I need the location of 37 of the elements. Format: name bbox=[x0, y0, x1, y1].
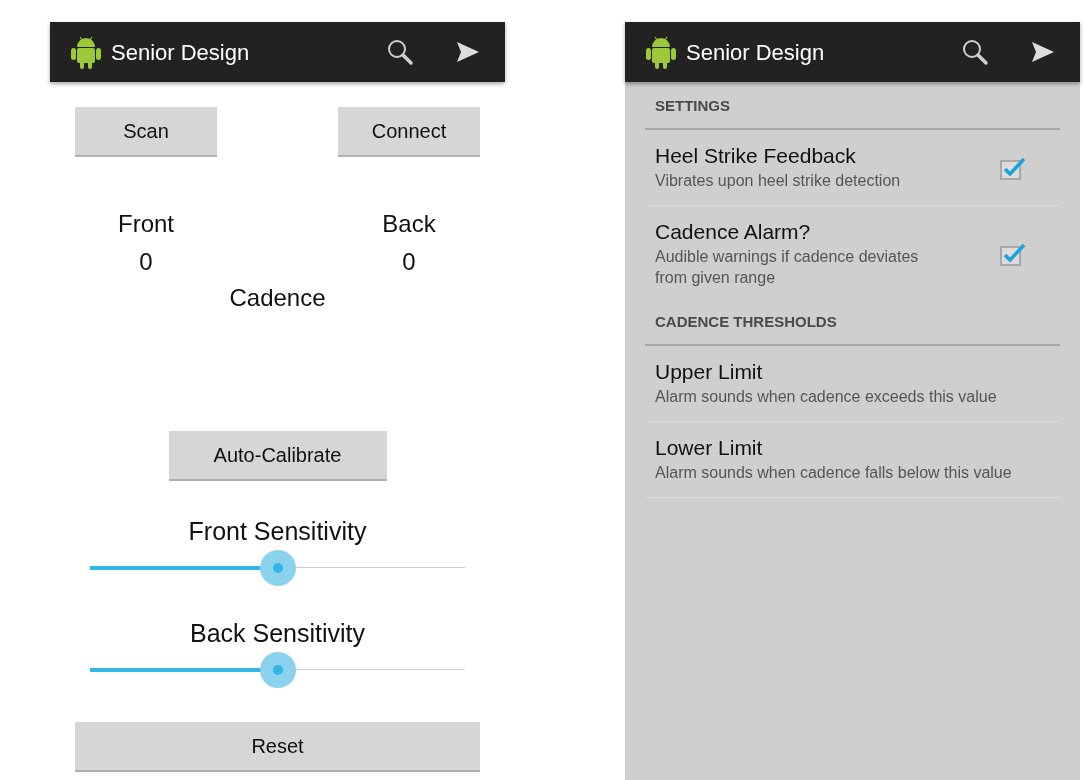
slider[interactable] bbox=[90, 550, 465, 586]
checkbox[interactable] bbox=[1000, 242, 1026, 266]
reset-button[interactable]: Reset bbox=[75, 722, 480, 772]
settings-item[interactable]: Heel Strike Feedback Vibrates upon heel strike detection bbox=[645, 130, 1060, 206]
item-title: Upper Limit bbox=[655, 360, 764, 384]
item-title: Heel Strike Feedback bbox=[655, 144, 857, 168]
counter-value: 0 bbox=[402, 248, 416, 276]
search-icon[interactable] bbox=[960, 37, 990, 67]
send-icon[interactable] bbox=[1030, 39, 1056, 65]
search-icon[interactable] bbox=[385, 37, 415, 67]
scan-button[interactable]: Scan bbox=[75, 107, 217, 157]
send-icon[interactable] bbox=[455, 39, 481, 65]
app-title: Senior Design bbox=[111, 38, 250, 67]
auto-calibrate-button[interactable]: Auto-Calibrate bbox=[168, 431, 387, 481]
settings-item[interactable]: Lower Limit Alarm sounds when cadence falls below this value bbox=[645, 422, 1060, 498]
counter-label: Back bbox=[382, 210, 436, 238]
counter-value: 0 bbox=[139, 248, 153, 276]
counter-label: Front bbox=[118, 210, 174, 238]
checkbox[interactable] bbox=[1000, 155, 1026, 180]
app-title: Senior Design bbox=[686, 38, 825, 67]
slider-label: Back Sensitivity bbox=[189, 619, 366, 647]
section-header: SETTINGS bbox=[655, 97, 730, 114]
slider[interactable] bbox=[90, 652, 465, 688]
settings-item[interactable]: Upper Limit Alarm sounds when cadence exceeds this value bbox=[645, 346, 1060, 422]
settings-item[interactable]: Cadence Alarm? Audible warnings if cadence deviates from given range bbox=[645, 206, 1060, 302]
connect-button[interactable]: Connect bbox=[338, 107, 480, 157]
item-summary: Alarm sounds when cadence exceeds this value bbox=[655, 387, 998, 407]
slider-thumb[interactable] bbox=[259, 652, 296, 688]
item-summary: Alarm sounds when cadence falls below this value bbox=[655, 463, 1013, 483]
item-summary: Vibrates upon heel strike detection bbox=[655, 171, 902, 191]
item-summary: Audible warnings if cadence deviates from given range bbox=[655, 247, 920, 288]
item-title: Lower Limit bbox=[655, 436, 764, 460]
section-header: CADENCE THRESHOLDS bbox=[655, 313, 837, 330]
item-title: Cadence Alarm? bbox=[655, 220, 812, 244]
slider-thumb[interactable] bbox=[259, 550, 296, 586]
slider-label: Front Sensitivity bbox=[188, 517, 367, 545]
cadence-label: Cadence bbox=[229, 284, 326, 312]
